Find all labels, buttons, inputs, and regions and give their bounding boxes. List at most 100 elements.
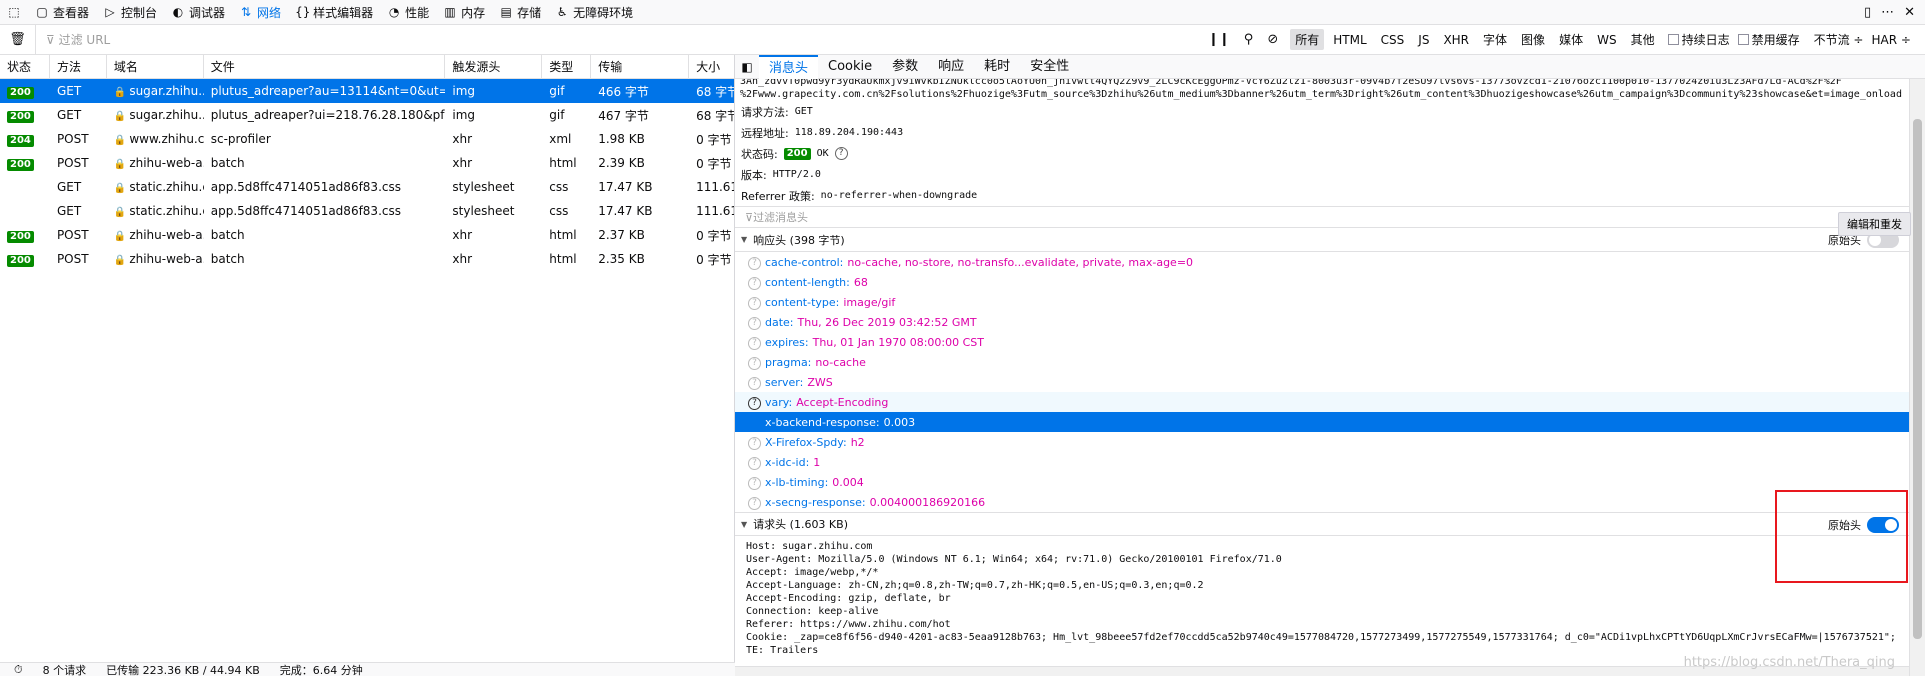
clear-requests-button[interactable]: 🗑 [0,25,36,55]
more-options-icon[interactable]: ⋯ [1881,5,1894,20]
column-header[interactable]: 方法 [50,55,107,79]
help-icon[interactable]: ? [835,147,848,160]
response-header-row[interactable]: ?cache-control:no-cache, no-store, no-tr… [735,252,1909,272]
request-row[interactable]: 200POST🔒zhihu-web-a...batchxhrhtml2.35 K… [0,247,734,271]
response-header-row[interactable]: ?X-Firefox-Spdy:h2 [735,432,1909,452]
request-table-header: 状态方法域名文件触发源头类型传输大小 [0,55,734,79]
cell-cause: xhr [445,132,542,146]
cell-type: css [542,204,591,218]
column-header[interactable]: 状态 [0,55,50,79]
response-header-row[interactable]: ?date:Thu, 26 Dec 2019 03:42:52 GMT [735,312,1909,332]
request-row[interactable]: 200POST🔒zhihu-web-a...batchxhrhtml2.37 K… [0,223,734,247]
request-row[interactable]: 200POST🔒zhihu-web-a...batchxhrhtml2.39 K… [0,151,734,175]
help-icon[interactable]: ? [735,395,765,410]
response-header-row[interactable]: ?server:ZWS [735,372,1909,392]
filter-type-button[interactable]: 字体 [1478,29,1512,50]
block-icon[interactable]: ⊘ [1267,32,1278,47]
pause-icon[interactable]: ❙❙ [1208,32,1230,47]
help-icon[interactable]: ? [735,495,765,510]
filter-type-button[interactable]: CSS [1376,31,1410,49]
tab-accessibility[interactable]: ♿无障碍环境 [548,0,640,25]
request-raw-toggle[interactable]: 原始头 [1828,517,1899,533]
finish-time: 完成：6.64 分钟 [280,662,363,678]
details-tab[interactable]: 响应 [928,55,974,79]
response-header-row[interactable]: ?x-secng-response:0.004000186920166 [735,492,1909,512]
request-row[interactable]: 200GET🔒sugar.zhihu....plutus_adreaper?ui… [0,103,734,127]
help-icon[interactable]: ? [735,335,765,350]
request-row[interactable]: GET🔒static.zhihu.c...app.5d8ffc4714051ad… [0,199,734,223]
details-tab[interactable]: 耗时 [974,55,1020,79]
response-header-row[interactable]: ?content-type:image/gif [735,292,1909,312]
response-header-row[interactable]: x-backend-response:0.003 [735,412,1909,432]
column-header[interactable]: 文件 [204,55,446,79]
request-headers-section[interactable]: ▼ 请求头 (1.603 KB) 原始头 [735,512,1909,536]
response-header-row[interactable]: ?content-length:68 [735,272,1909,292]
tab-console[interactable]: ▷控制台 [96,0,164,25]
cell-status: 200 [0,84,50,99]
column-header[interactable]: 类型 [542,55,591,79]
help-icon[interactable]: ? [735,315,765,330]
response-headers-section[interactable]: ▼ 响应头 (398 字节) 原始头 [735,228,1909,252]
vertical-scrollbar[interactable] [1909,79,1925,676]
details-tab[interactable]: 消息头 [759,55,818,79]
response-header-row[interactable]: ?x-idc-id:1 [735,452,1909,472]
throttle-select[interactable]: 不节流 ÷ [1814,31,1864,48]
help-icon[interactable]: ? [735,475,765,490]
filter-type-button[interactable]: JS [1413,31,1434,49]
details-tab[interactable]: 安全性 [1020,55,1079,79]
cell-file: app.5d8ffc4714051ad86f83.css [204,204,446,218]
help-icon[interactable]: ? [735,375,765,390]
help-icon[interactable]: ? [735,275,765,290]
toggle-switch[interactable] [1867,517,1899,533]
filter-url-input[interactable]: ⊽ 过滤 URL [36,31,1196,48]
request-row[interactable]: 200GET🔒sugar.zhihu....plutus_adreaper?au… [0,79,734,103]
details-tab[interactable]: Cookie [818,55,882,79]
filter-headers-input[interactable]: ⊽ 过滤消息头 [735,206,1909,228]
toggle-sidebar-icon[interactable]: ◧ [735,60,759,74]
column-header[interactable]: 域名 [107,55,204,79]
details-tab[interactable]: 参数 [882,55,928,79]
request-row[interactable]: 204POST🔒www.zhihu.c...sc-profilerxhrxml1… [0,127,734,151]
column-header[interactable]: 大小 [689,55,734,79]
help-icon[interactable]: ? [735,255,765,270]
dock-icon[interactable]: ▯ [1864,5,1871,20]
tab-inspector[interactable]: ▢查看器 [28,0,96,25]
column-header[interactable]: 传输 [591,55,689,79]
tab-storage[interactable]: ▤存储 [492,0,548,25]
tab-memory[interactable]: ▥内存 [436,0,492,25]
tab-debugger[interactable]: ◐调试器 [164,0,232,25]
close-icon[interactable]: ✕ [1904,5,1915,20]
response-header-row[interactable]: ?pragma:no-cache [735,352,1909,372]
help-icon[interactable]: ? [735,455,765,470]
filter-type-button[interactable]: 图像 [1516,29,1550,50]
element-picker-button[interactable]: ⬚ [0,0,28,25]
tab-style-editor[interactable]: {}样式编辑器 [288,0,380,25]
response-header-row[interactable]: ?expires:Thu, 01 Jan 1970 08:00:00 CST [735,332,1909,352]
cell-cause: stylesheet [445,204,542,218]
lock-icon: 🔒 [114,231,126,242]
header-name: x-idc-id: [765,456,809,469]
help-icon[interactable]: ? [735,295,765,310]
help-icon[interactable]: ? [735,355,765,370]
edit-and-resend-button[interactable]: 编辑和重发 [1838,212,1911,236]
search-icon[interactable]: ⚲ [1244,32,1254,47]
filter-type-button[interactable]: XHR [1438,31,1474,49]
har-menu[interactable]: HAR ÷ [1871,33,1910,47]
request-row[interactable]: GET🔒static.zhihu.c...app.5d8ffc4714051ad… [0,175,734,199]
column-header[interactable]: 触发源头 [445,55,542,79]
response-header-row[interactable]: ?vary:Accept-Encoding [735,392,1909,412]
scrollbar-thumb[interactable] [1913,119,1922,639]
tab-network[interactable]: ⇅网络 [232,0,288,25]
response-header-row[interactable]: ?x-lb-timing:0.004 [735,472,1909,492]
help-icon[interactable]: ? [735,435,765,450]
cell-size: 111.61... [689,180,734,194]
filter-type-button[interactable]: 其他 [1626,29,1660,50]
tab-performance[interactable]: ◔性能 [380,0,436,25]
filter-type-button[interactable]: 媒体 [1554,29,1588,50]
filter-type-button[interactable]: WS [1592,31,1621,49]
disable-cache-checkbox[interactable]: 禁用缓存 [1738,31,1800,48]
filter-type-button[interactable]: 所有 [1290,29,1324,50]
filter-type-button[interactable]: HTML [1328,31,1371,49]
persist-log-checkbox[interactable]: 持续日志 [1668,31,1730,48]
summary-remote: 远程地址:118.89.204.190:443 [735,122,1909,143]
